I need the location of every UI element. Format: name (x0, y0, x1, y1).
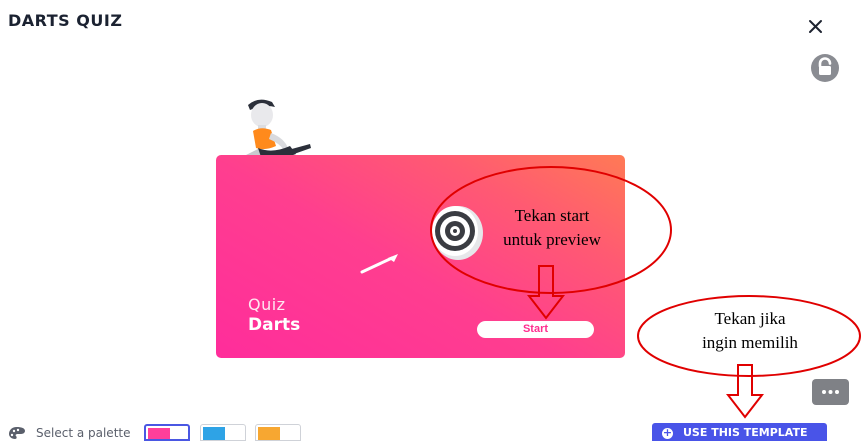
card-title-darts: Darts (248, 315, 301, 335)
palette-swatch-orange-fill (258, 427, 280, 440)
use-this-template-label: USE THIS TEMPLATE (683, 426, 808, 439)
annotation-preview-text: Tekan start untuk preview (478, 204, 626, 252)
palette-swatch-blue[interactable] (200, 424, 246, 441)
annotation-select-arrow (726, 364, 764, 419)
template-preview-card: Quiz Darts Start (216, 155, 625, 358)
close-button[interactable] (806, 16, 826, 36)
palette-swatch-pink-fill (148, 428, 170, 439)
palette-label: Select a palette (36, 426, 131, 440)
annotation-select-text: Tekan jika ingin memilih (670, 307, 830, 355)
annotation-preview-line2: untuk preview (503, 230, 601, 249)
page-title: DARTS QUIZ (8, 11, 123, 30)
annotation-select-line1: Tekan jika (714, 309, 786, 328)
palette-swatch-orange[interactable] (255, 424, 301, 441)
start-button[interactable]: Start (477, 321, 594, 338)
use-this-template-button[interactable]: + USE THIS TEMPLATE (652, 423, 827, 441)
more-options-button[interactable] (812, 379, 849, 405)
unlock-icon (818, 57, 832, 75)
unlock-button[interactable] (811, 54, 839, 82)
more-horizontal-icon (822, 390, 839, 394)
palette-icon (9, 427, 25, 439)
dart-icon (360, 254, 398, 274)
close-icon (809, 20, 822, 33)
annotation-select-line2: ingin memilih (702, 333, 798, 352)
annotation-preview-line1: Tekan start (514, 206, 590, 225)
card-title-quiz: Quiz (248, 295, 286, 314)
palette-swatch-pink[interactable] (144, 424, 190, 441)
palette-swatch-blue-fill (203, 427, 225, 440)
plus-circle-icon: + (662, 426, 673, 439)
